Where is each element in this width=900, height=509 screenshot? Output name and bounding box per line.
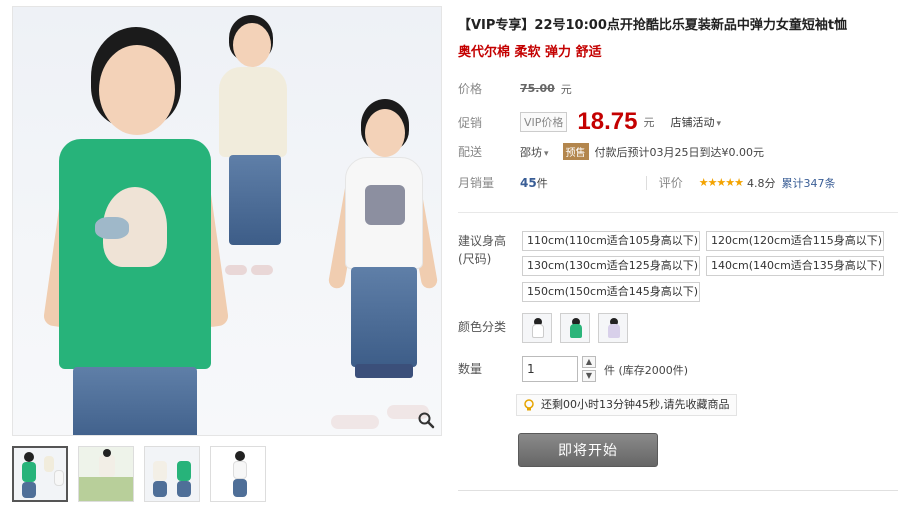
- sales-row: 月销量 45 件 评价 ★★★★★ 4.8分 累计347条: [458, 174, 836, 191]
- zoom-icon[interactable]: [417, 411, 435, 429]
- size-label: 建议身高(尺码): [458, 234, 507, 266]
- product-gallery: [12, 6, 442, 502]
- size-option-140[interactable]: 140cm(140cm适合135身高以下): [706, 256, 884, 276]
- review-total-link[interactable]: 累计347条: [782, 175, 836, 191]
- promo-unit: 元: [643, 116, 655, 129]
- divider: [458, 490, 898, 491]
- color-swatch-lavender[interactable]: [598, 313, 628, 343]
- presale-tag: 预售: [562, 143, 589, 160]
- thumbnail-list: [12, 446, 266, 502]
- size-option-110[interactable]: 110cm(110cm适合105身高以下): [522, 231, 700, 251]
- sales-count: 45: [520, 175, 537, 190]
- thumbnail-2[interactable]: [78, 446, 134, 502]
- countdown-tip: 还剩00小时13分钟45秒,请先收藏商品: [516, 394, 737, 416]
- model-green-shirt: [33, 27, 233, 435]
- main-product-image[interactable]: [12, 6, 442, 436]
- sales-label: 月销量: [458, 176, 495, 190]
- store-activity-label: 店铺活动: [670, 116, 715, 129]
- original-price: 75.00: [520, 82, 555, 95]
- quantity-decrease-button[interactable]: ▼: [582, 370, 596, 382]
- size-option-130[interactable]: 130cm(130cm适合125身高以下): [522, 256, 700, 276]
- delivery-location[interactable]: 邵坊 ▾: [520, 144, 549, 160]
- size-option-120[interactable]: 120cm(120cm适合115身高以下): [706, 231, 884, 251]
- promo-row: 促销 VIP价格 18.75 元 店铺活动 ▾: [458, 108, 721, 136]
- model-white-shirt-right: [327, 99, 439, 434]
- delivery-note: 付款后预计03月25日到达: [594, 145, 722, 159]
- product-title: 【VIP专享】22号10:00点开抢酷比乐夏装新品中弹力女童短袖t恤: [458, 18, 848, 33]
- size-option-150[interactable]: 150cm(150cm适合145身高以下): [522, 282, 700, 302]
- sales-unit: 件: [536, 176, 548, 190]
- delivery-row: 配送 邵坊 ▾ 预售 付款后预计03月25日到达 ¥0.00元: [458, 143, 764, 160]
- price-label: 价格: [458, 82, 483, 96]
- thumbnail-4[interactable]: [210, 446, 266, 502]
- divider: [458, 212, 898, 213]
- promo-label: 促销: [458, 115, 483, 130]
- chevron-down-icon: ▾: [544, 148, 549, 159]
- color-swatch-white[interactable]: [522, 313, 552, 343]
- divider: [645, 175, 647, 190]
- product-subtitle: 奥代尔棉 柔软 弹力 舒适: [458, 45, 602, 60]
- lightbulb-icon: [524, 399, 534, 411]
- price-row: 价格 75.00 元: [458, 80, 572, 97]
- promo-price: 18.75: [577, 108, 638, 135]
- review-score: 4.8分: [747, 176, 776, 190]
- thumbnail-3[interactable]: [144, 446, 200, 502]
- delivery-location-label: 邵坊: [520, 145, 542, 159]
- store-activity-dropdown[interactable]: 店铺活动 ▾: [670, 114, 721, 130]
- thumbnail-1[interactable]: [12, 446, 68, 502]
- quantity-label: 数量: [458, 362, 483, 376]
- delivery-fee: ¥0.00元: [721, 145, 765, 159]
- countdown-text: 还剩00小时13分钟45秒,请先收藏商品: [541, 398, 730, 411]
- star-rating-icon: ★★★★★: [698, 176, 744, 189]
- price-unit: 元: [560, 82, 572, 96]
- delivery-label: 配送: [458, 145, 483, 159]
- model-white-shirt-back: [215, 15, 295, 285]
- coming-soon-button[interactable]: 即将开始: [518, 433, 658, 467]
- quantity-increase-button[interactable]: ▲: [582, 356, 596, 368]
- stock-info: 件 (库存2000件): [604, 364, 689, 377]
- color-swatch-green[interactable]: [560, 313, 590, 343]
- color-label: 颜色分类: [458, 320, 507, 334]
- quantity-input[interactable]: 1: [522, 356, 578, 382]
- chevron-down-icon: ▾: [716, 119, 721, 129]
- vip-price-tag: VIP价格: [520, 112, 568, 132]
- review-label: 评价: [658, 176, 683, 190]
